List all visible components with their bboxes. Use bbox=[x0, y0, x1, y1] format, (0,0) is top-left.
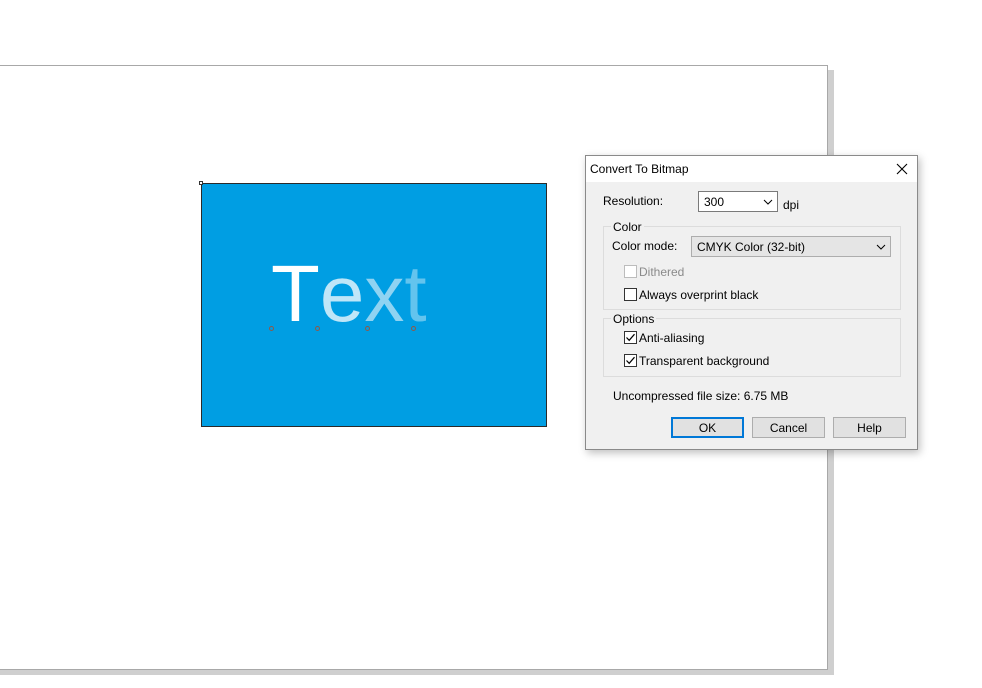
close-icon bbox=[896, 163, 908, 175]
checkmark-icon bbox=[626, 356, 635, 365]
text-node[interactable] bbox=[269, 326, 274, 331]
artwork-letter: T bbox=[271, 249, 320, 338]
transparent-background-label: Transparent background bbox=[639, 354, 770, 368]
overprint-black-checkbox[interactable] bbox=[624, 288, 637, 301]
transparent-background-checkbox[interactable] bbox=[624, 354, 637, 367]
options-group-title: Options bbox=[611, 312, 657, 326]
color-group-title: Color bbox=[611, 220, 644, 234]
resolution-unit: dpi bbox=[783, 198, 800, 212]
color-mode-label: Color mode: bbox=[612, 239, 678, 253]
resolution-label: Resolution: bbox=[603, 194, 664, 208]
color-mode-select[interactable]: CMYK Color (32-bit) bbox=[691, 236, 891, 257]
text-node[interactable] bbox=[411, 326, 416, 331]
overprint-black-label: Always overprint black bbox=[639, 288, 759, 302]
resolution-value: 300 bbox=[704, 195, 725, 209]
selection-handle[interactable] bbox=[199, 181, 203, 185]
dialog-titlebar[interactable]: Convert To Bitmap bbox=[586, 156, 917, 182]
dithered-label: Dithered bbox=[639, 265, 685, 279]
artwork-letter: e bbox=[319, 249, 365, 338]
chevron-down-icon bbox=[876, 244, 886, 250]
anti-aliasing-label: Anti-aliasing bbox=[639, 331, 705, 345]
resolution-select[interactable]: 300 bbox=[698, 191, 778, 212]
cancel-button[interactable]: Cancel bbox=[752, 417, 825, 438]
artwork-text[interactable]: Text bbox=[271, 246, 427, 342]
help-button[interactable]: Help bbox=[833, 417, 906, 438]
ok-button[interactable]: OK bbox=[671, 417, 744, 438]
artwork-text-glyphs: Text bbox=[271, 246, 427, 342]
checkmark-icon bbox=[626, 333, 635, 342]
color-mode-value: CMYK Color (32-bit) bbox=[697, 240, 806, 254]
artwork-letter: x bbox=[364, 249, 405, 338]
chevron-down-icon bbox=[763, 199, 773, 205]
convert-to-bitmap-dialog: Convert To Bitmap Resolution: 300 dpi Co… bbox=[585, 155, 918, 450]
file-size-text: Uncompressed file size: 6.75 MB bbox=[613, 389, 789, 403]
text-node[interactable] bbox=[315, 326, 320, 331]
text-node[interactable] bbox=[365, 326, 370, 331]
options-group bbox=[603, 318, 901, 377]
anti-aliasing-checkbox[interactable] bbox=[624, 331, 637, 344]
close-button[interactable] bbox=[893, 160, 911, 178]
dialog-title: Convert To Bitmap bbox=[590, 162, 689, 176]
dithered-checkbox[interactable] bbox=[624, 265, 637, 278]
